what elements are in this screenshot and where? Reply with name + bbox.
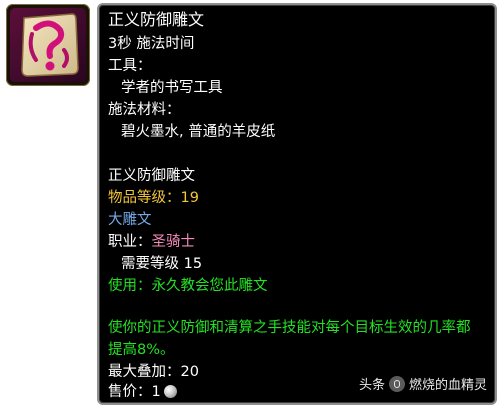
use-effect: 使用：永久教会您此雕文 xyxy=(108,278,268,294)
effect-description-line1: 使你的正义防御和清算之手技能对每个目标生效的几率都 xyxy=(108,320,471,336)
item-level-value: 19 xyxy=(180,190,199,206)
glyph-scroll-icon xyxy=(10,8,86,82)
max-stack: 最大叠加：20 xyxy=(108,364,199,380)
result-item-name: 正义防御雕文 xyxy=(108,168,195,184)
reagents-list: 碧火墨水, 普通的羊皮纸 xyxy=(121,124,276,140)
watermark-avatar-icon xyxy=(388,376,405,392)
watermark-author: 燃烧的血精灵 xyxy=(408,378,487,393)
class-requirement: 职业：圣骑士 xyxy=(108,231,195,253)
item-level: 物品等级：19 xyxy=(108,187,199,209)
item-level-label: 物品等级： xyxy=(108,190,181,206)
item-name: 正义防御雕文 xyxy=(108,10,205,29)
sell-price: 售价：1 xyxy=(108,381,177,403)
item-icon-frame[interactable] xyxy=(6,4,90,86)
class-name: 圣骑士 xyxy=(151,234,196,250)
watermark-brand: 头条 xyxy=(358,378,385,393)
screenshot-stage: 正义防御雕文 3秒 施法时间 工具： 学者的书写工具 施法材料： 碧火墨水, 普… xyxy=(0,0,500,412)
class-label: 职业： xyxy=(108,234,152,250)
item-tooltip: 正义防御雕文 3秒 施法时间 工具： 学者的书写工具 施法材料： 碧火墨水, 普… xyxy=(97,3,497,405)
effect-description-line2: 提高8%。 xyxy=(108,342,175,358)
tool-name: 学者的书写工具 xyxy=(121,80,223,96)
sell-price-label: 售价： xyxy=(108,384,152,400)
watermark: 头条 燃烧的血精灵 xyxy=(359,374,487,393)
tools-label: 工具： xyxy=(108,58,152,74)
required-level: 需要等级 15 xyxy=(121,256,203,272)
cast-time: 3秒 施法时间 xyxy=(108,36,195,52)
sell-price-value: 1 xyxy=(151,384,161,400)
reagents-label: 施法材料： xyxy=(108,102,181,118)
silver-coin-icon xyxy=(163,385,177,398)
glyph-type: 大雕文 xyxy=(108,212,152,228)
